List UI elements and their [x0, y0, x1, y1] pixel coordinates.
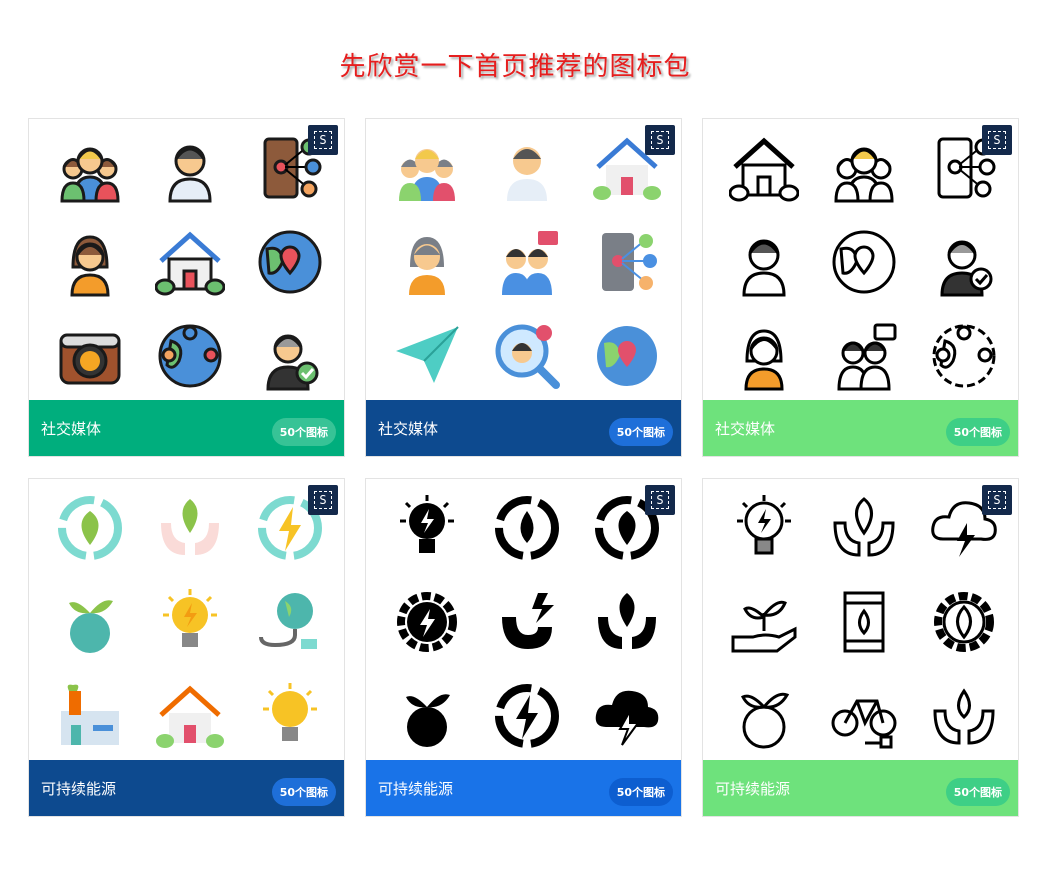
couple-like-icon — [492, 227, 562, 297]
light-bulb-bolt-icon — [392, 493, 462, 563]
gear-bolt-icon — [392, 587, 462, 657]
woman-avatar-icon — [729, 321, 799, 391]
badge-label: S — [651, 131, 669, 149]
badge-label: S — [988, 491, 1006, 509]
card-footer: 可持续能源 50个图标 — [29, 760, 344, 816]
hand-sprout-icon — [729, 587, 799, 657]
light-bulb-icon — [255, 681, 325, 751]
young-man-icon — [155, 133, 225, 203]
family-group-icon — [392, 133, 462, 203]
save-badge-button[interactable]: S — [308, 485, 338, 515]
icon-count-pill[interactable]: 50个图标 — [945, 418, 1010, 446]
house-icon — [729, 133, 799, 203]
badge-label: S — [988, 131, 1006, 149]
icon-grid — [29, 479, 344, 762]
hands-leaf-icon — [592, 587, 662, 657]
family-group-icon — [55, 133, 125, 203]
card-title: 社交媒体 — [378, 419, 439, 438]
hands-leaf-icon — [829, 493, 899, 563]
icon-pack-card-social-flat[interactable]: S 社交媒体 50个图标 — [365, 118, 682, 457]
light-bulb-bolt-icon — [729, 493, 799, 563]
young-man-icon — [729, 227, 799, 297]
card-footer: 可持续能源 50个图标 — [703, 760, 1018, 816]
verified-user-icon — [929, 227, 999, 297]
verified-user-icon — [255, 321, 325, 391]
card-title: 社交媒体 — [41, 419, 102, 438]
camera-icon — [55, 321, 125, 391]
globe-sprout-icon — [55, 587, 125, 657]
recycle-drop-icon — [492, 493, 562, 563]
icon-grid — [366, 479, 681, 762]
recycle-bolt-icon — [492, 681, 562, 751]
icon-grid — [703, 479, 1018, 762]
badge-label: S — [314, 131, 332, 149]
eco-house-icon — [155, 681, 225, 751]
globe-location-icon — [255, 227, 325, 297]
icon-count-pill[interactable]: 50个图标 — [271, 418, 336, 446]
woman-avatar-icon — [392, 227, 462, 297]
card-footer: 可持续能源 50个图标 — [366, 760, 681, 816]
card-footer: 社交媒体 50个图标 — [29, 400, 344, 456]
couple-like-icon — [829, 321, 899, 391]
recycle-leaf-icon — [55, 493, 125, 563]
icon-count-pill[interactable]: 50个图标 — [271, 778, 336, 806]
icon-pack-card-energy-glyph[interactable]: S 可持续能源 50个图标 — [365, 478, 682, 817]
oil-barrel-icon — [829, 587, 899, 657]
card-footer: 社交媒体 50个图标 — [703, 400, 1018, 456]
globe-network-icon — [929, 321, 999, 391]
sprout-globe-icon — [392, 681, 462, 751]
globe-plug-icon — [255, 587, 325, 657]
icon-count-pill[interactable]: 50个图标 — [608, 418, 673, 446]
icon-count-pill[interactable]: 50个图标 — [945, 778, 1010, 806]
icon-grid — [366, 119, 681, 402]
badge-label: S — [314, 491, 332, 509]
hands-drop-icon — [929, 681, 999, 751]
card-title: 可持续能源 — [378, 779, 454, 798]
icon-pack-card-energy-flat[interactable]: S 可持续能源 50个图标 — [28, 478, 345, 817]
sprout-globe-icon — [729, 681, 799, 751]
icon-count-pill[interactable]: 50个图标 — [608, 778, 673, 806]
gear-leaf-icon — [929, 587, 999, 657]
card-title: 可持续能源 — [715, 779, 791, 798]
icon-pack-card-social-line[interactable]: S 社交媒体 50个图标 — [702, 118, 1019, 457]
save-badge-button[interactable]: S — [982, 125, 1012, 155]
map-location-icon — [592, 321, 662, 391]
globe-location-icon — [829, 227, 899, 297]
icon-grid — [29, 119, 344, 402]
badge-label: S — [651, 491, 669, 509]
paper-plane-icon — [392, 321, 462, 391]
page-title: 先欣赏一下首页推荐的图标包 — [339, 52, 691, 82]
icon-pack-card-energy-line[interactable]: S 可持续能源 50个图标 — [702, 478, 1019, 817]
hands-leaf-icon — [155, 493, 225, 563]
house-icon — [155, 227, 225, 297]
family-group-icon — [829, 133, 899, 203]
bicycle-plug-icon — [829, 681, 899, 751]
smartphone-network-icon — [592, 227, 662, 297]
card-title: 可持续能源 — [41, 779, 117, 798]
globe-network-icon — [155, 321, 225, 391]
icon-grid — [703, 119, 1018, 402]
card-footer: 社交媒体 50个图标 — [366, 400, 681, 456]
magnifier-user-icon — [492, 321, 562, 391]
save-badge-button[interactable]: S — [645, 485, 675, 515]
save-badge-button[interactable]: S — [645, 125, 675, 155]
save-badge-button[interactable]: S — [982, 485, 1012, 515]
icon-pack-card-social-color[interactable]: S 社交媒体 50个图标 — [28, 118, 345, 457]
save-badge-button[interactable]: S — [308, 125, 338, 155]
card-title: 社交媒体 — [715, 419, 776, 438]
woman-avatar-icon — [55, 227, 125, 297]
factory-icon — [55, 681, 125, 751]
cloud-bolt-icon — [592, 681, 662, 751]
magnet-icon — [492, 587, 562, 657]
light-bulb-bolt-icon — [155, 587, 225, 657]
young-man-icon — [492, 133, 562, 203]
